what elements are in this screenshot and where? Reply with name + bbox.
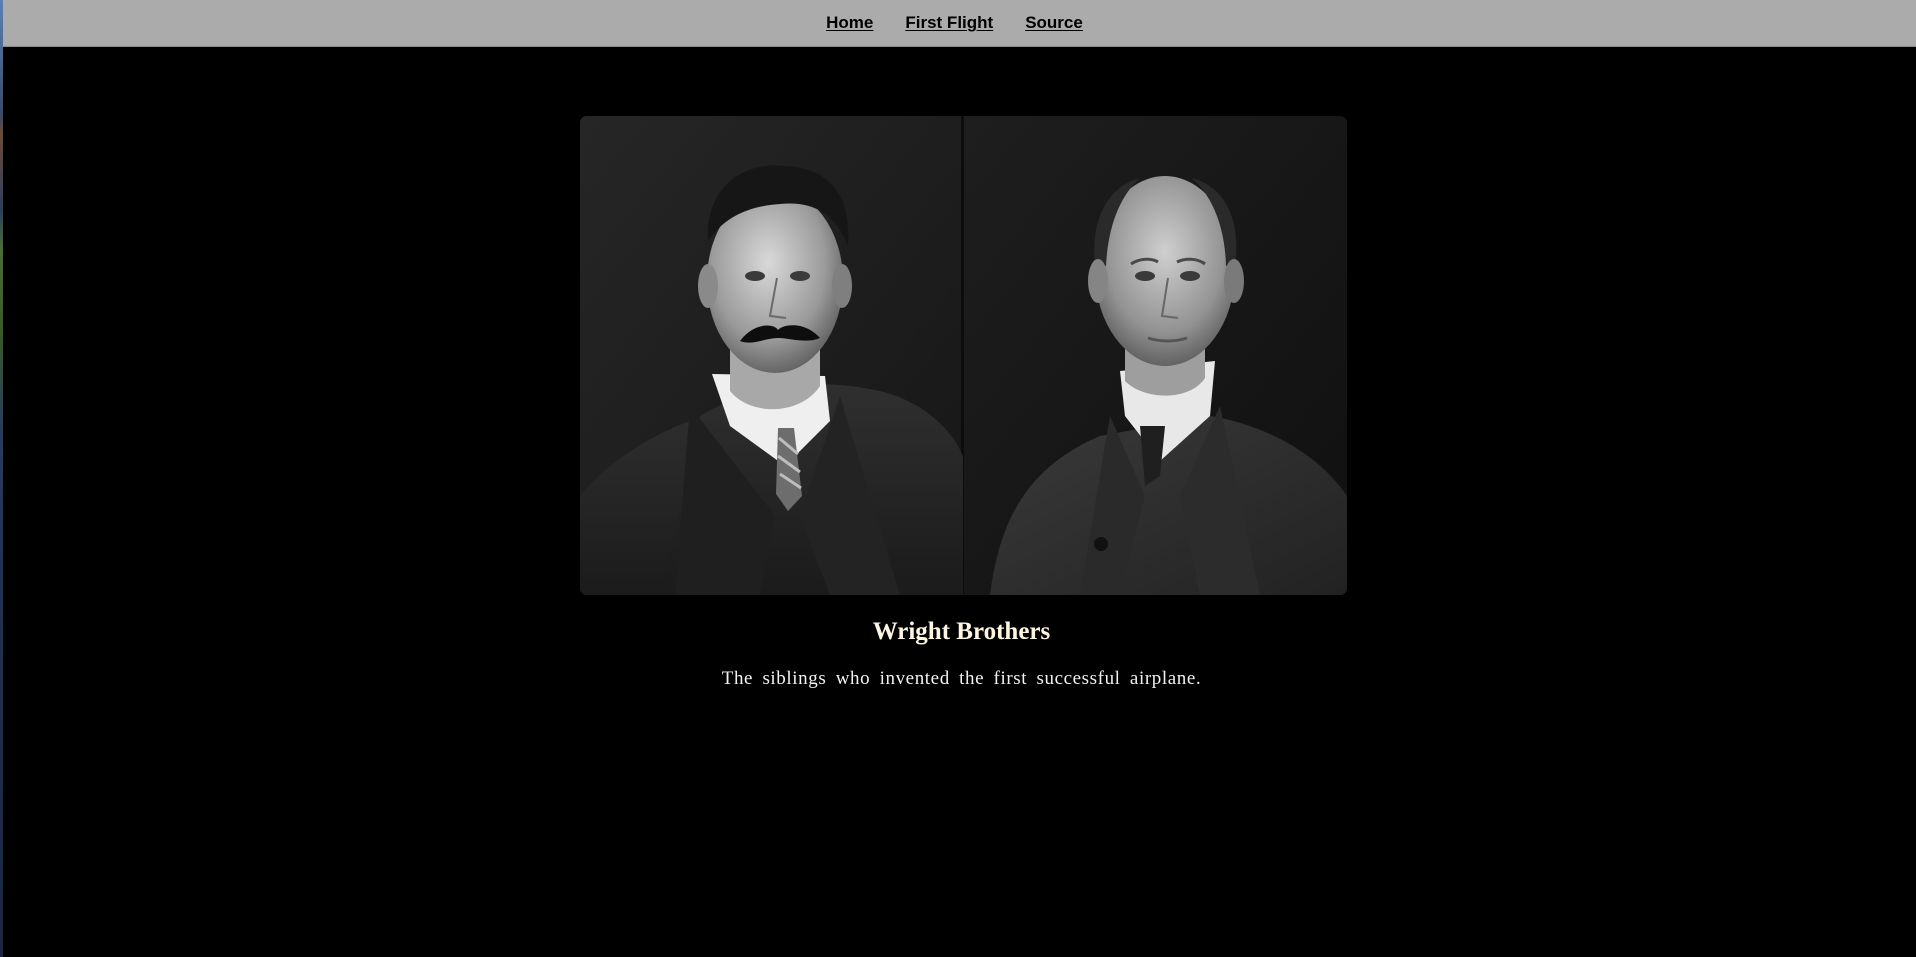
wright-brothers-photo [580,116,1347,595]
window-edge-strip [0,0,3,957]
nav-link-first-flight[interactable]: First Flight [905,13,993,33]
top-navbar: Home First Flight Source [3,0,1916,47]
nav-link-home[interactable]: Home [826,13,873,33]
caption-text: The siblings who invented the first succ… [721,668,1202,689]
nav-link-source[interactable]: Source [1025,13,1083,33]
portrait-photo-icon [580,116,1347,595]
caption-title: Wright Brothers [872,618,1051,645]
